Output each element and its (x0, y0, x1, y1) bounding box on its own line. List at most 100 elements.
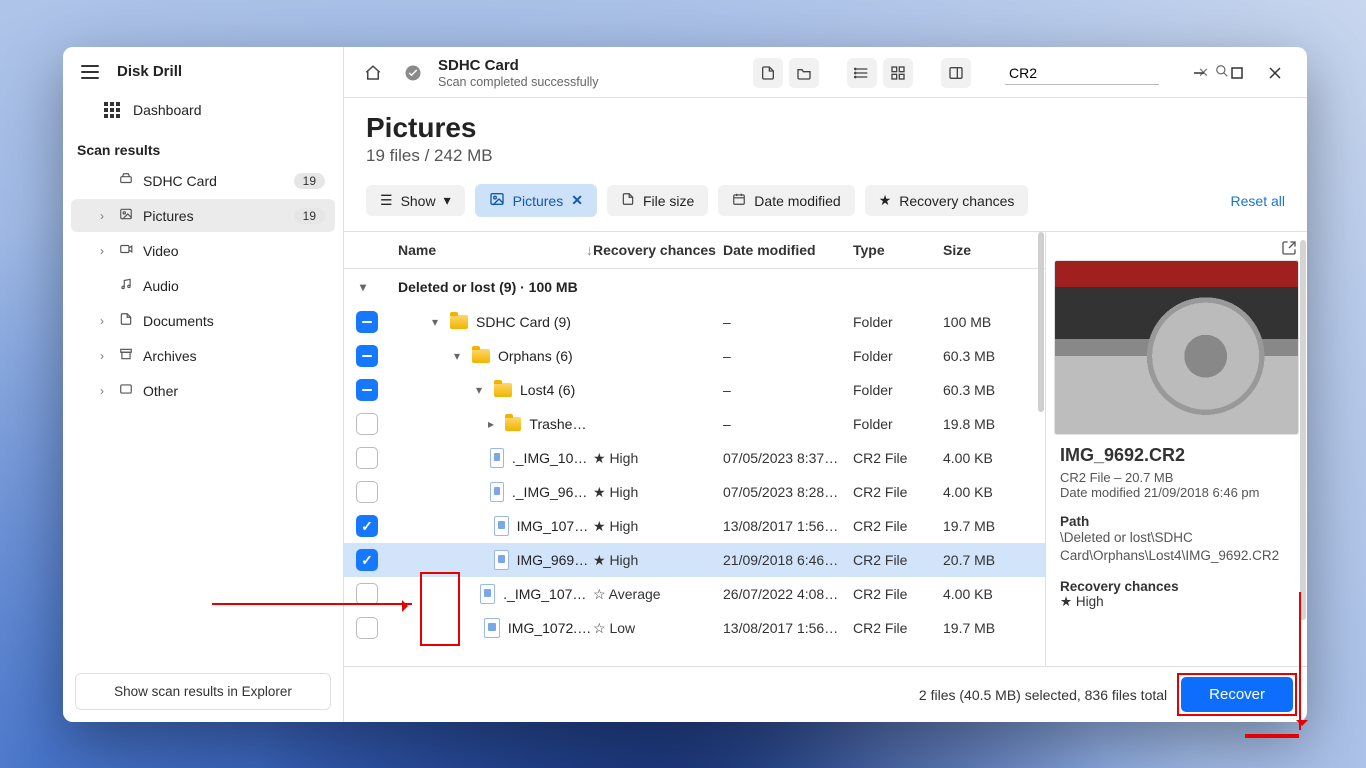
row-checkbox[interactable] (356, 447, 378, 469)
row-checkbox[interactable] (356, 413, 378, 435)
col-type[interactable]: Type (853, 242, 943, 258)
sidebar-item-documents[interactable]: ›Documents (71, 304, 335, 337)
menu-icon[interactable] (81, 65, 99, 79)
table-row[interactable]: ✓IMG_9692.CR2★ High21/09/2018 6:46…CR2 F… (344, 543, 1045, 577)
file-size: 20.7 MB (943, 552, 1033, 568)
file-type: CR2 File (853, 552, 943, 568)
preview-image (1054, 260, 1299, 435)
file-size: 60.3 MB (943, 348, 1033, 364)
header-title: SDHC Card (438, 57, 698, 75)
col-name[interactable]: Name↓ (398, 242, 593, 258)
panel-toggle-icon[interactable] (941, 58, 971, 88)
row-checkbox[interactable] (356, 481, 378, 503)
close-button[interactable] (1257, 59, 1293, 87)
recovery-chance: ★ High (593, 450, 723, 467)
row-checkbox[interactable] (356, 345, 378, 367)
recover-button[interactable]: Recover (1181, 677, 1293, 712)
sidebar-item-sdhc[interactable]: SDHC Card19 (71, 164, 335, 197)
group-label: Deleted or lost (9) · 100 MB (398, 279, 1033, 295)
filter-pictures[interactable]: Pictures ✕ (475, 184, 597, 217)
scrollbar[interactable] (1037, 232, 1045, 666)
sidebar-item-label: Pictures (143, 208, 286, 224)
col-size[interactable]: Size (943, 242, 1033, 258)
file-size: 19.7 MB (943, 518, 1033, 534)
col-chances[interactable]: Recovery chances (593, 242, 723, 258)
popout-icon[interactable] (1281, 240, 1297, 259)
main-panel: SDHC Card Scan completed successfully ✕ (344, 47, 1307, 722)
maximize-button[interactable] (1219, 59, 1255, 87)
section-subtitle: 19 files / 242 MB (366, 146, 1285, 166)
window-controls (1181, 59, 1293, 87)
grid-view-icon[interactable] (883, 58, 913, 88)
table-row[interactable]: ✓IMG_1072.CR2★ High13/08/2017 1:56…CR2 F… (344, 509, 1045, 543)
date-modified: 07/05/2023 8:28… (723, 484, 853, 500)
folder-view-icon[interactable] (789, 58, 819, 88)
file-name: ._IMG_1072.CR2 (512, 450, 593, 466)
table-row[interactable]: ._IMG_1072.CR2★ High07/05/2023 8:37…CR2 … (344, 441, 1045, 475)
group-header[interactable]: ▾ Deleted or lost (9) · 100 MB (344, 269, 1045, 305)
date-modified: 21/09/2018 6:46… (723, 552, 853, 568)
date-modified: – (723, 416, 853, 432)
file-type: CR2 File (853, 450, 943, 466)
table-row[interactable]: ▾SDHC Card (9)–Folder100 MB (344, 305, 1045, 339)
date-modified: 13/08/2017 1:56… (723, 518, 853, 534)
remove-filter-icon[interactable]: ✕ (571, 192, 583, 209)
table-row[interactable]: ._IMG_1072.CR2☆ Average26/07/2022 4:08…C… (344, 577, 1045, 611)
row-checkbox[interactable]: ✓ (356, 515, 378, 537)
file-type: Folder (853, 348, 943, 364)
filter-chances[interactable]: ★ Recovery chances (865, 185, 1029, 216)
chevron-down-icon[interactable]: ▾ (356, 280, 370, 294)
chevron-down-icon[interactable]: ▾ (450, 349, 464, 363)
preview-scrollbar[interactable] (1300, 240, 1306, 620)
sidebar-section-scan-results: Scan results (63, 128, 343, 162)
sidebar-item-other[interactable]: ›Other (71, 374, 335, 407)
sidebar-item-video[interactable]: ›Video (71, 234, 335, 267)
file-size: 19.8 MB (943, 416, 1033, 432)
home-icon[interactable] (358, 58, 388, 88)
search-field[interactable]: ✕ (1005, 62, 1159, 85)
filter-filesize[interactable]: File size (607, 185, 708, 216)
app-window: Disk Drill Dashboard Scan results SDHC C… (63, 47, 1307, 722)
file-name: Lost4 (6) (520, 382, 575, 398)
image-file-icon (490, 482, 504, 502)
table-row[interactable]: ▾Lost4 (6)–Folder60.3 MB (344, 373, 1045, 407)
reset-filters-link[interactable]: Reset all (1231, 193, 1285, 209)
chevron-right-icon[interactable]: ▸ (485, 417, 498, 431)
row-checkbox[interactable] (356, 617, 378, 639)
preview-pane: IMG_9692.CR2 CR2 File – 20.7 MB Date mod… (1045, 232, 1307, 666)
col-date[interactable]: Date modified (723, 242, 853, 258)
table-row[interactable]: ._IMG_9692.CR2★ High07/05/2023 8:28…CR2 … (344, 475, 1045, 509)
show-dropdown[interactable]: ☰ Show ▾ (366, 185, 465, 216)
image-file-icon (490, 448, 504, 468)
recovery-chance: ☆ Average (593, 586, 723, 603)
chevron-down-icon[interactable]: ▾ (472, 383, 486, 397)
sidebar-dashboard[interactable]: Dashboard (63, 92, 343, 128)
preview-chances-label: Recovery chances (1060, 579, 1293, 594)
table-row[interactable]: ▾Orphans (6)–Folder60.3 MB (344, 339, 1045, 373)
other-icon (117, 382, 135, 399)
date-modified: – (723, 382, 853, 398)
table-row[interactable]: ▸Trashes (2)–Folder19.8 MB (344, 407, 1045, 441)
show-in-explorer-button[interactable]: Show scan results in Explorer (75, 673, 331, 710)
table-header: Name↓ Recovery chances Date modified Typ… (344, 232, 1045, 269)
chevron-down-icon[interactable]: ▾ (428, 315, 442, 329)
audio-icon (117, 277, 135, 294)
filter-date[interactable]: Date modified (718, 185, 854, 216)
table-row[interactable]: IMG_1072.CR2☆ Low13/08/2017 1:56…CR2 Fil… (344, 611, 1045, 645)
row-checkbox[interactable] (356, 583, 378, 605)
image-file-icon (494, 550, 509, 570)
sidebar-item-audio[interactable]: Audio (71, 269, 335, 302)
search-input[interactable] (1007, 64, 1192, 82)
row-checkbox[interactable] (356, 379, 378, 401)
file-type: CR2 File (853, 484, 943, 500)
file-view-icon[interactable] (753, 58, 783, 88)
grid-icon (103, 102, 121, 118)
minimize-button[interactable] (1181, 59, 1217, 87)
row-checkbox[interactable]: ✓ (356, 549, 378, 571)
sidebar-item-pictures[interactable]: ›Pictures19 (71, 199, 335, 232)
sidebar-item-archives[interactable]: ›Archives (71, 339, 335, 372)
file-name: ._IMG_9692.CR2 (512, 484, 593, 500)
list-view-icon[interactable] (847, 58, 877, 88)
row-checkbox[interactable] (356, 311, 378, 333)
sidebar-item-label: Dashboard (133, 102, 202, 118)
